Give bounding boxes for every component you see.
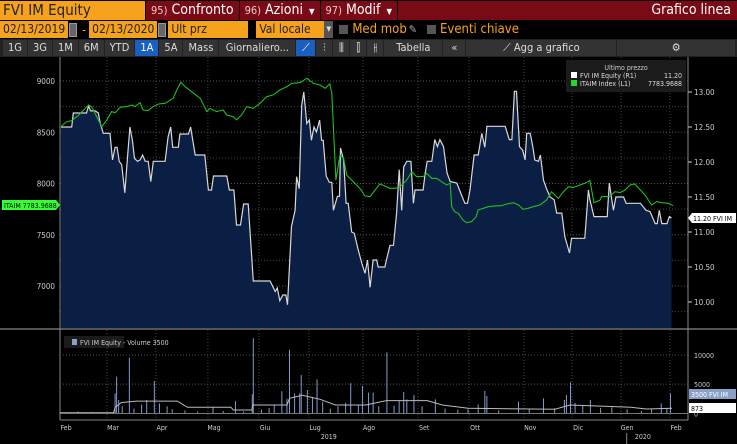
volume-axis-tick-label: 10000 <box>694 352 714 360</box>
x-axis-tick-label: Apr <box>157 424 168 432</box>
right-axis-tick-label: 12.00 <box>694 158 715 167</box>
x-axis-tick-label: Gen <box>621 424 634 432</box>
legend-item-value: 7783.9688 <box>648 80 682 88</box>
x-axis-tick-label: Nov <box>524 424 537 432</box>
volume-legend-label: FVI IM Equity - Volume 3500 <box>80 339 169 347</box>
x-axis-tick-label: Feb <box>61 424 72 432</box>
volume-last-tag-label: 873 <box>691 405 703 413</box>
left-axis-tick-label: 8500 <box>37 128 56 137</box>
x-axis-tick-label: Feb <box>671 424 682 432</box>
right-axis-tick-label: 11.50 <box>694 193 715 202</box>
x-axis-tick-label: Lug <box>309 424 320 432</box>
x-axis-year-label: 2020 <box>635 433 651 441</box>
legend-item-name: FVI IM Equity (R1) <box>580 72 636 80</box>
legend-item-value: 11.20 <box>664 72 682 80</box>
x-axis-tick-label: Mar <box>107 424 119 432</box>
legend-title: Ultimo prezzo <box>604 64 647 72</box>
x-axis-tick-label: Giu <box>260 424 271 432</box>
price-chart[interactable]: 7000 7500 8000 8500 9000 10.00 10.50 11.00 11.50… <box>0 0 737 444</box>
x-axis-tick-label: Ago <box>363 424 375 432</box>
x-axis-year-label: 2019 <box>321 433 337 441</box>
right-axis-tick-label: 12.50 <box>694 123 715 132</box>
left-axis-tick-label: 7500 <box>37 231 56 240</box>
volume-ma-tag-label: 3500 FVI IM <box>691 391 728 399</box>
fvi-tag-label: 11.20 FVI IM <box>693 215 732 223</box>
right-axis-tick-label: 10.50 <box>694 263 715 272</box>
left-axis-tick-label: 7000 <box>37 282 56 291</box>
x-axis-tick-label: Dic <box>573 424 584 432</box>
itaim-tag-label: ITAIM 7783.9688 <box>4 202 57 210</box>
right-axis-tick-label: 11.00 <box>694 228 715 237</box>
volume-legend-swatch <box>72 339 77 345</box>
left-axis-tick-label: 8000 <box>37 180 56 189</box>
legend-swatch <box>571 72 577 78</box>
legend-swatch <box>571 80 577 86</box>
volume-axis-tick-label: 5000 <box>694 381 710 389</box>
left-axis-tick-label: 9000 <box>37 77 56 86</box>
volume-ma-line <box>60 394 673 414</box>
x-axis-tick-label: Ott <box>470 424 480 432</box>
legend-item-name: ITAIM Index (L1) <box>580 80 631 88</box>
x-axis-tick-label: Mag <box>207 424 220 432</box>
right-axis-tick-label: 10.00 <box>694 298 715 307</box>
right-axis-tick-label: 13.00 <box>694 88 715 97</box>
x-axis-tick-label: Set <box>419 424 430 432</box>
